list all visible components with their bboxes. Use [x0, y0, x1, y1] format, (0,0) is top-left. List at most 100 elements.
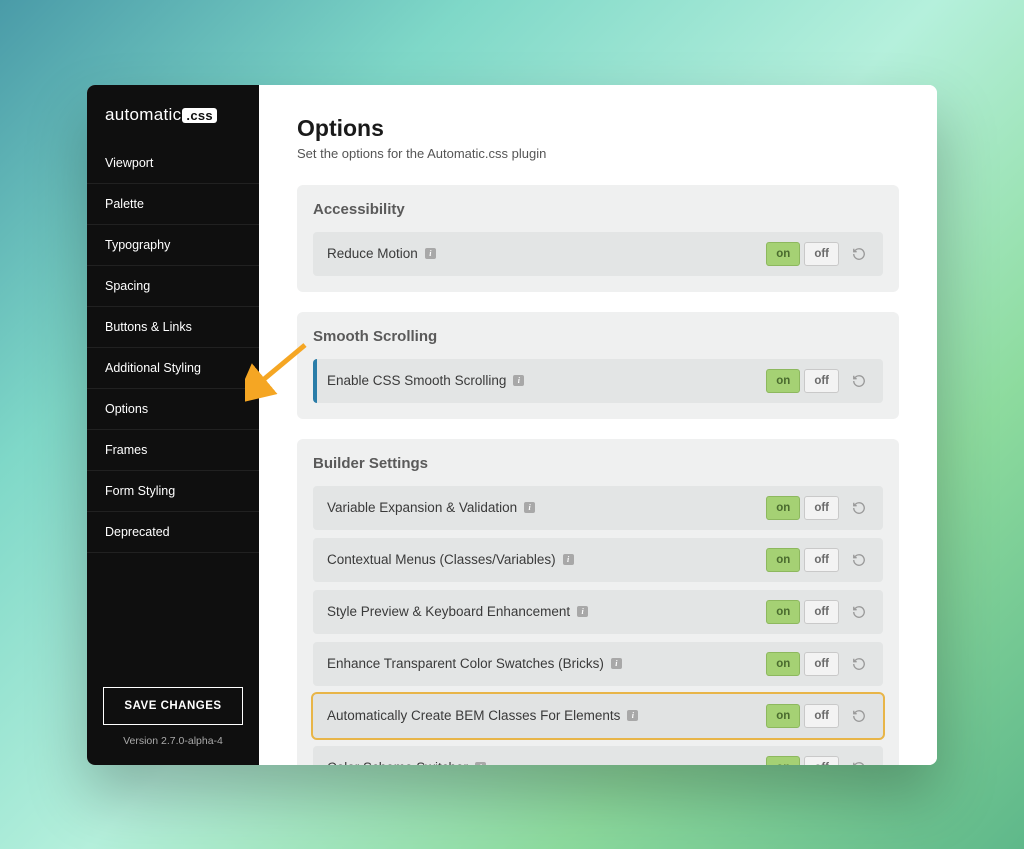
sidebar-item-spacing[interactable]: Spacing: [87, 266, 259, 307]
option-controls: onoff: [766, 600, 871, 624]
option-label: Color Scheme Switcher i: [327, 760, 486, 765]
option-label: Reduce Motion i: [327, 246, 436, 261]
option-label-text: Enhance Transparent Color Swatches (Bric…: [327, 656, 604, 671]
logo-badge: .css: [182, 108, 217, 123]
sidebar-item-typography[interactable]: Typography: [87, 225, 259, 266]
option-controls: onoff: [766, 369, 871, 393]
toggle-off-button[interactable]: off: [804, 369, 839, 393]
option-label-text: Variable Expansion & Validation: [327, 500, 517, 515]
option-row: Enable CSS Smooth Scrolling i onoff: [313, 359, 883, 403]
option-row: Reduce Motion i onoff: [313, 232, 883, 276]
reset-icon[interactable]: [847, 242, 871, 266]
info-icon[interactable]: i: [524, 502, 535, 513]
toggle-group: onoff: [766, 756, 839, 765]
section-builder-settings: Builder Settings Variable Expansion & Val…: [297, 439, 899, 765]
reset-icon[interactable]: [847, 496, 871, 520]
sidebar-item-form-styling[interactable]: Form Styling: [87, 471, 259, 512]
toggle-on-button[interactable]: on: [766, 242, 800, 266]
option-controls: onoff: [766, 548, 871, 572]
page-title: Options: [297, 115, 899, 142]
info-icon[interactable]: i: [577, 606, 588, 617]
main-content: Options Set the options for the Automati…: [259, 85, 937, 765]
option-label-text: Contextual Menus (Classes/Variables): [327, 552, 556, 567]
toggle-on-button[interactable]: on: [766, 369, 800, 393]
toggle-off-button[interactable]: off: [804, 548, 839, 572]
option-controls: onoff: [766, 652, 871, 676]
option-controls: onoff: [766, 496, 871, 520]
option-row: Automatically Create BEM Classes For Ele…: [313, 694, 883, 738]
sidebar-item-deprecated[interactable]: Deprecated: [87, 512, 259, 553]
toggle-on-button[interactable]: on: [766, 704, 800, 728]
option-label: Contextual Menus (Classes/Variables) i: [327, 552, 574, 567]
info-icon[interactable]: i: [611, 658, 622, 669]
toggle-off-button[interactable]: off: [804, 600, 839, 624]
toggle-on-button[interactable]: on: [766, 756, 800, 765]
option-row: Enhance Transparent Color Swatches (Bric…: [313, 642, 883, 686]
logo: automatic.css: [87, 85, 259, 143]
logo-text: automatic: [105, 105, 181, 124]
reset-icon[interactable]: [847, 652, 871, 676]
option-row: Color Scheme Switcher i onoff: [313, 746, 883, 765]
option-label-text: Style Preview & Keyboard Enhancement: [327, 604, 570, 619]
option-label-text: Automatically Create BEM Classes For Ele…: [327, 708, 620, 723]
sidebar-item-palette[interactable]: Palette: [87, 184, 259, 225]
toggle-on-button[interactable]: on: [766, 548, 800, 572]
reset-icon[interactable]: [847, 704, 871, 728]
sidebar-item-options[interactable]: Options: [87, 389, 259, 430]
toggle-group: onoff: [766, 242, 839, 266]
toggle-off-button[interactable]: off: [804, 704, 839, 728]
toggle-off-button[interactable]: off: [804, 756, 839, 765]
sidebar-item-buttons-links[interactable]: Buttons & Links: [87, 307, 259, 348]
option-controls: onoff: [766, 242, 871, 266]
option-controls: onoff: [766, 756, 871, 765]
section-title: Builder Settings: [313, 455, 883, 472]
save-changes-button[interactable]: SAVE CHANGES: [103, 687, 243, 725]
option-label-text: Color Scheme Switcher: [327, 760, 468, 765]
section-smooth-scrolling: Smooth Scrolling Enable CSS Smooth Scroll…: [297, 312, 899, 419]
info-icon[interactable]: i: [475, 762, 486, 765]
toggle-group: onoff: [766, 704, 839, 728]
sidebar-item-frames[interactable]: Frames: [87, 430, 259, 471]
toggle-group: onoff: [766, 496, 839, 520]
section-title: Smooth Scrolling: [313, 328, 883, 345]
sidebar: automatic.css ViewportPaletteTypographyS…: [87, 85, 259, 765]
toggle-on-button[interactable]: on: [766, 496, 800, 520]
toggle-off-button[interactable]: off: [804, 652, 839, 676]
option-row: Contextual Menus (Classes/Variables) i ono…: [313, 538, 883, 582]
option-label: Enable CSS Smooth Scrolling i: [327, 373, 524, 388]
option-label-text: Enable CSS Smooth Scrolling: [327, 373, 506, 388]
section-accessibility: Accessibility Reduce Motion i onoff: [297, 185, 899, 292]
info-icon[interactable]: i: [563, 554, 574, 565]
option-controls: onoff: [766, 704, 871, 728]
sidebar-item-viewport[interactable]: Viewport: [87, 143, 259, 184]
reset-icon[interactable]: [847, 548, 871, 572]
option-row: Variable Expansion & Validation i onoff: [313, 486, 883, 530]
option-label: Automatically Create BEM Classes For Ele…: [327, 708, 638, 723]
info-icon[interactable]: i: [627, 710, 638, 721]
toggle-group: onoff: [766, 600, 839, 624]
toggle-group: onoff: [766, 548, 839, 572]
option-label: Variable Expansion & Validation i: [327, 500, 535, 515]
toggle-off-button[interactable]: off: [804, 242, 839, 266]
version-text: Version 2.7.0-alpha-4: [87, 735, 259, 765]
reset-icon[interactable]: [847, 369, 871, 393]
reset-icon[interactable]: [847, 600, 871, 624]
toggle-group: onoff: [766, 369, 839, 393]
option-label: Enhance Transparent Color Swatches (Bric…: [327, 656, 622, 671]
option-label: Style Preview & Keyboard Enhancement i: [327, 604, 588, 619]
option-label-text: Reduce Motion: [327, 246, 418, 261]
reset-icon[interactable]: [847, 756, 871, 765]
sections-container: AccessibilityReduce MotionionoffSmooth S…: [297, 185, 899, 765]
toggle-on-button[interactable]: on: [766, 600, 800, 624]
info-icon[interactable]: i: [425, 248, 436, 259]
page-subtitle: Set the options for the Automatic.css pl…: [297, 146, 899, 161]
toggle-group: onoff: [766, 652, 839, 676]
option-row: Style Preview & Keyboard Enhancement i ono…: [313, 590, 883, 634]
settings-window: automatic.css ViewportPaletteTypographyS…: [87, 85, 937, 765]
section-title: Accessibility: [313, 201, 883, 218]
toggle-off-button[interactable]: off: [804, 496, 839, 520]
info-icon[interactable]: i: [513, 375, 524, 386]
sidebar-item-additional-styling[interactable]: Additional Styling: [87, 348, 259, 389]
sidebar-nav: ViewportPaletteTypographySpacingButtons …: [87, 143, 259, 669]
toggle-on-button[interactable]: on: [766, 652, 800, 676]
